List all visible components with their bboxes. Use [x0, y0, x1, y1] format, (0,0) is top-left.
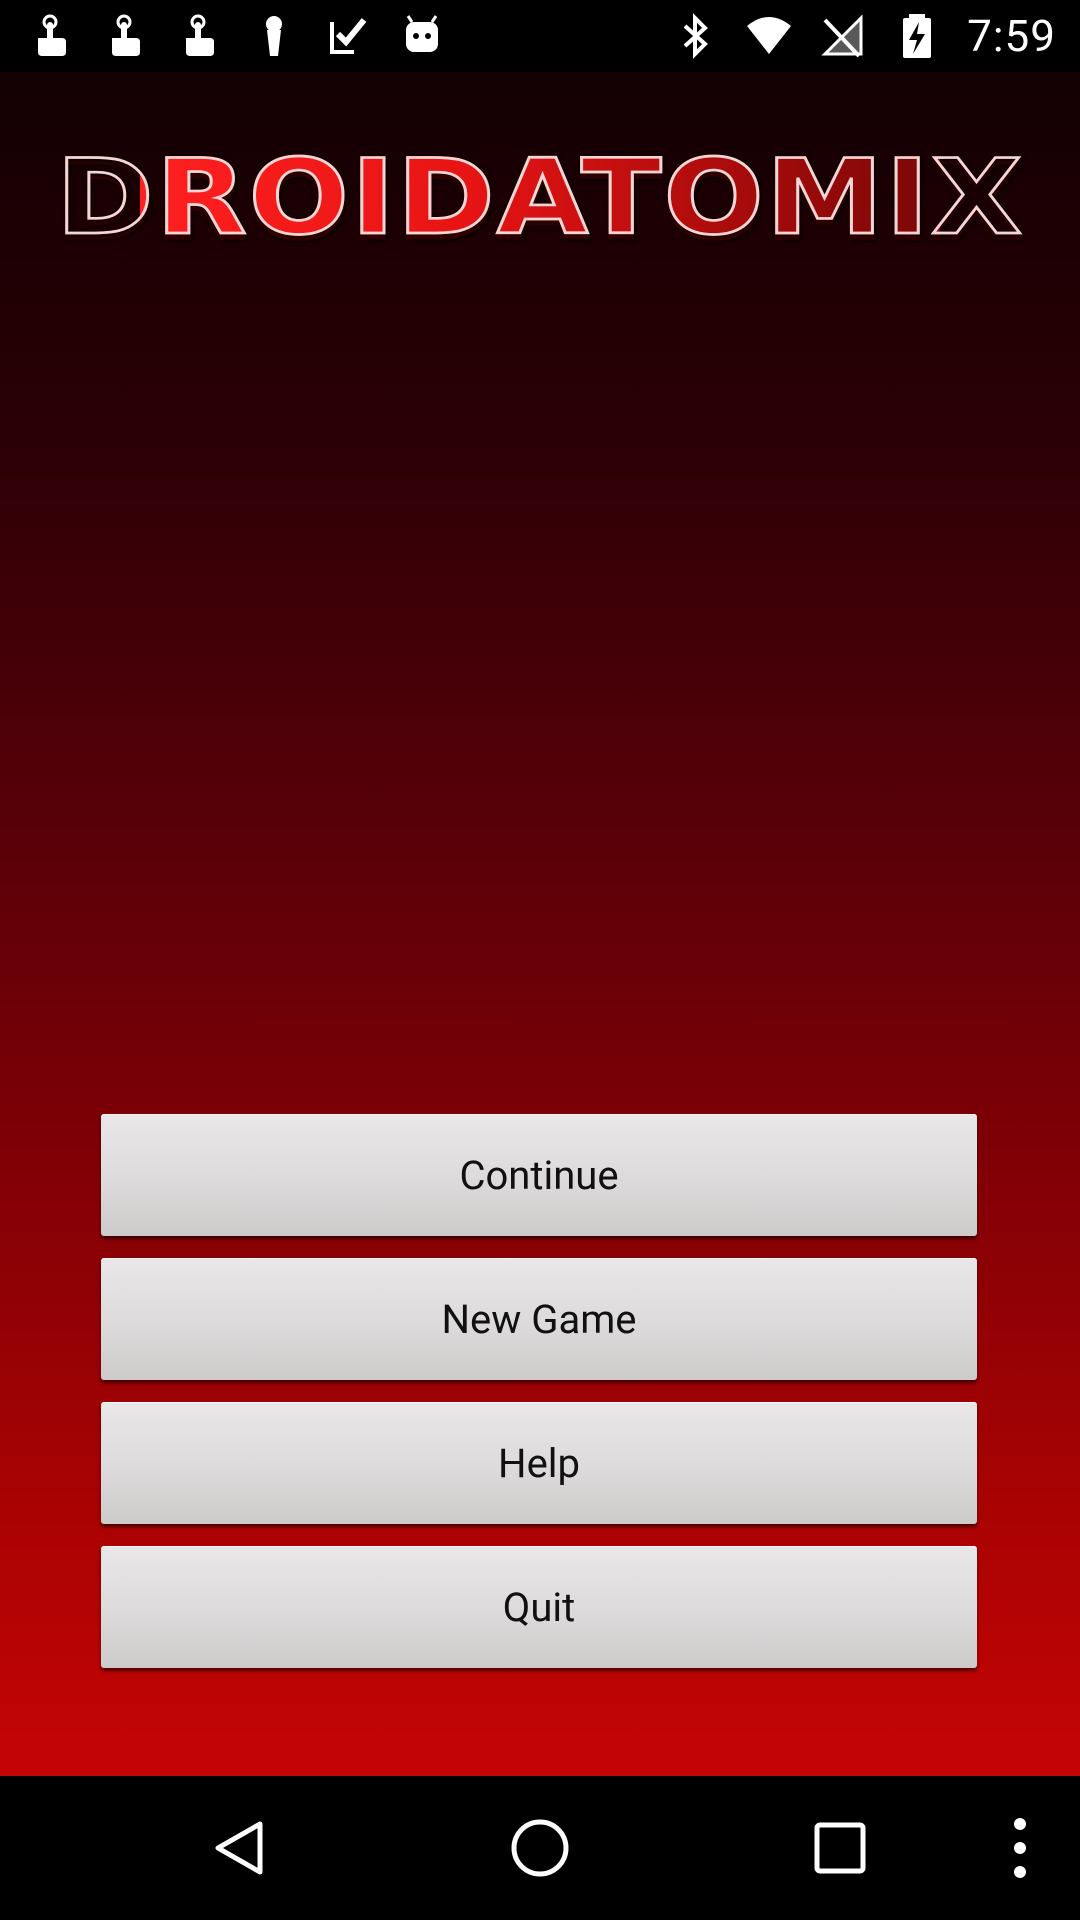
menu-overflow-icon: [1014, 1818, 1026, 1878]
game-logo: DROIDATOMIX: [54, 135, 1025, 259]
status-clock: 7:59: [967, 10, 1056, 62]
continue-button[interactable]: Continue: [101, 1114, 977, 1236]
main-menu-screen: DROIDATOMIX Continue New Game Help Quit: [0, 72, 1080, 1776]
recents-icon: [814, 1822, 866, 1874]
notification-icons: [28, 12, 446, 60]
check-icon: [330, 18, 367, 54]
touch-icon: [112, 14, 140, 56]
bluetooth-icon: [683, 13, 709, 59]
keyhole-icon: [266, 16, 282, 56]
back-button[interactable]: [190, 1776, 290, 1920]
system-status-icons: 7:59: [671, 10, 1056, 62]
home-button[interactable]: [490, 1776, 590, 1920]
recents-button[interactable]: [790, 1776, 890, 1920]
touch-icon: [186, 14, 214, 56]
android-icon: [406, 15, 438, 52]
quit-button[interactable]: Quit: [101, 1546, 977, 1668]
new-game-button[interactable]: New Game: [101, 1258, 977, 1380]
battery-charging-icon: [903, 14, 932, 58]
home-icon: [511, 1819, 569, 1877]
wifi-icon: [747, 17, 792, 54]
help-button[interactable]: Help: [101, 1402, 977, 1524]
status-bar: 7:59: [0, 0, 1080, 72]
touch-icon: [38, 14, 66, 56]
menu-overflow-button[interactable]: [990, 1776, 1050, 1920]
back-icon: [215, 1821, 263, 1875]
navigation-bar: [0, 1776, 1080, 1920]
no-signal-icon: [821, 14, 863, 58]
